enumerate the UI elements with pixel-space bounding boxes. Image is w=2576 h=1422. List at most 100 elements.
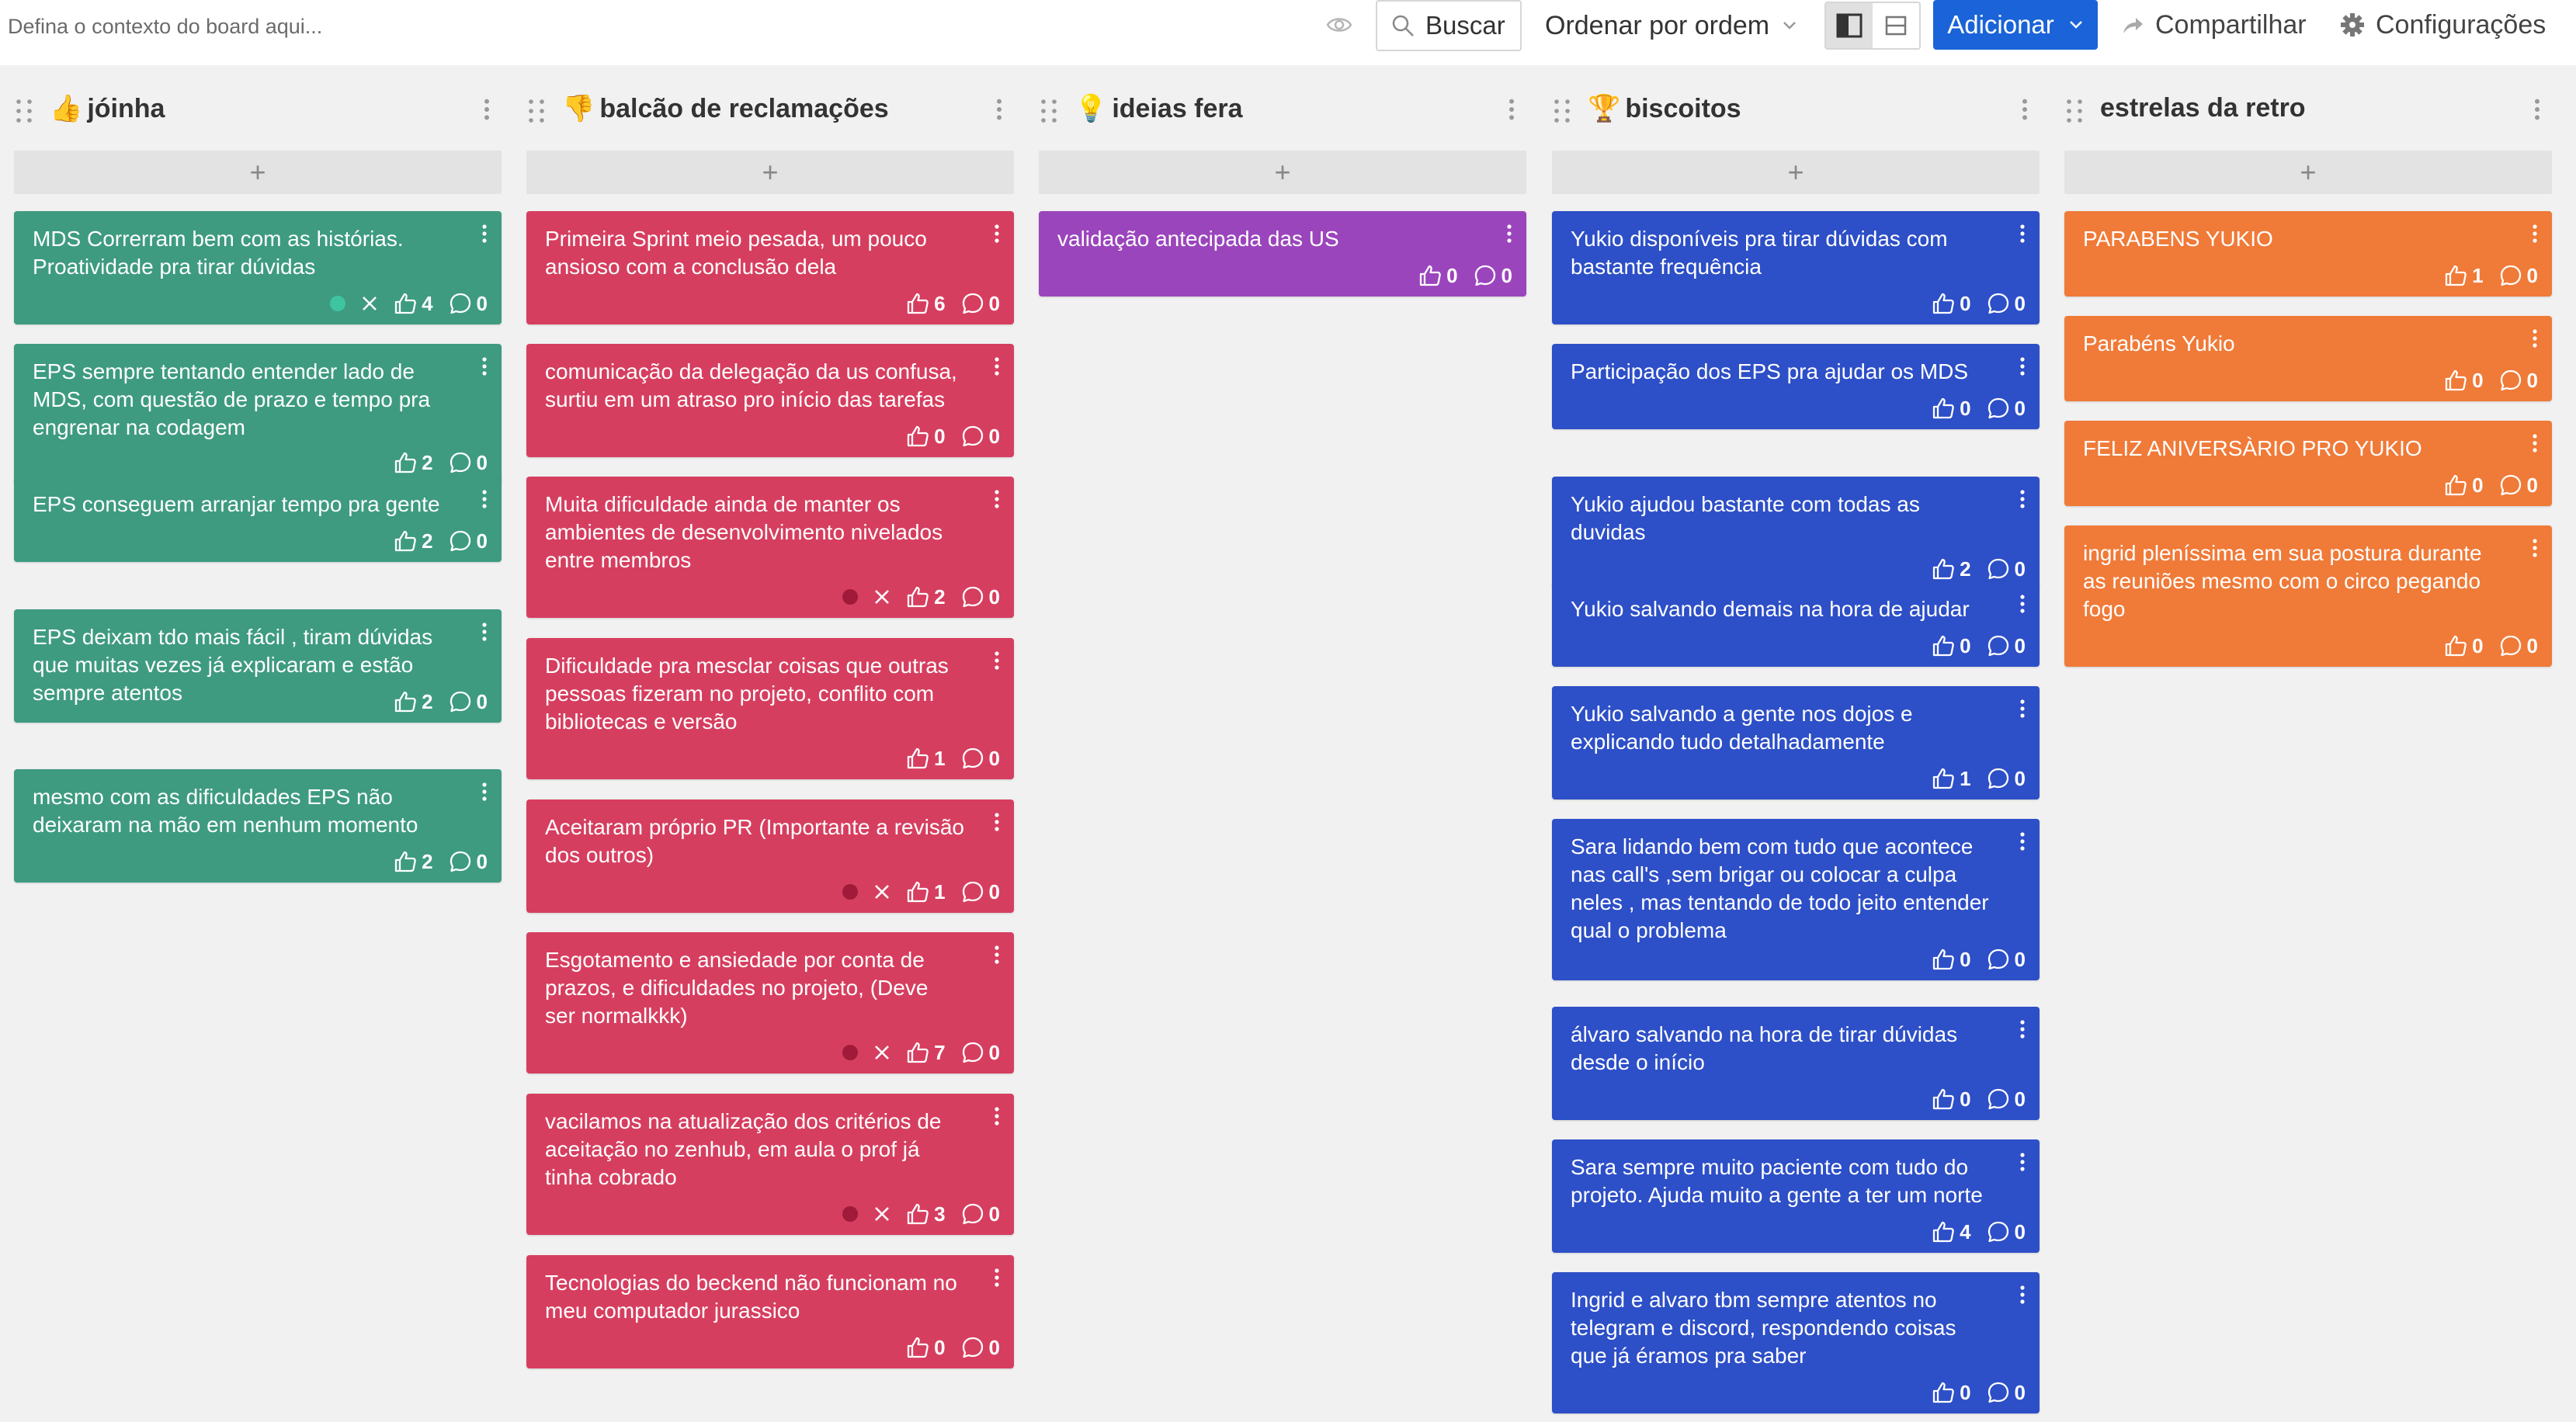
card-menu-icon[interactable] xyxy=(994,356,1000,376)
thumbs-up-icon[interactable] xyxy=(1932,292,1955,315)
close-icon[interactable] xyxy=(873,1205,890,1223)
thumbs-up-icon[interactable] xyxy=(906,585,929,609)
thumbs-up-icon[interactable] xyxy=(906,425,929,448)
retro-card[interactable]: MDS Correrram bem com as histórias. Proa… xyxy=(14,211,502,324)
thumbs-up-icon[interactable] xyxy=(394,292,417,315)
comment-icon[interactable] xyxy=(449,690,472,713)
card-menu-icon[interactable] xyxy=(2019,831,2026,851)
card-menu-icon[interactable] xyxy=(2019,1285,2026,1305)
retro-card[interactable]: Parabéns Yukio 0 0 xyxy=(2064,316,2552,401)
column-menu-icon[interactable] xyxy=(2021,98,2029,121)
card-menu-icon[interactable] xyxy=(2532,224,2538,244)
thumbs-up-icon[interactable] xyxy=(1932,1220,1955,1243)
retro-card[interactable]: comunicação da delegação da us confusa, … xyxy=(526,344,1014,457)
comment-icon[interactable] xyxy=(961,1041,984,1064)
drag-handle-icon[interactable] xyxy=(2064,98,2085,124)
drag-handle-icon[interactable] xyxy=(1552,98,1572,124)
column-menu-icon[interactable] xyxy=(2533,98,2541,121)
thumbs-up-icon[interactable] xyxy=(1932,557,1955,581)
card-menu-icon[interactable] xyxy=(2019,224,2026,244)
add-card-button[interactable]: + xyxy=(14,151,502,194)
retro-card[interactable]: EPS conseguem arranjar tempo pra gente 2 0 xyxy=(14,477,502,562)
retro-card[interactable]: Tecnologias do beckend não funcionam no … xyxy=(526,1255,1014,1368)
thumbs-up-icon[interactable] xyxy=(1932,767,1955,790)
drag-handle-icon[interactable] xyxy=(14,98,34,124)
card-menu-icon[interactable] xyxy=(481,622,488,642)
comment-icon[interactable] xyxy=(2499,634,2522,657)
drag-handle-icon[interactable] xyxy=(1039,98,1059,124)
comment-icon[interactable] xyxy=(1987,1381,2010,1404)
close-icon[interactable] xyxy=(361,295,378,312)
add-card-button[interactable]: + xyxy=(1552,151,2040,194)
retro-card[interactable]: PARABENS YUKIO 1 0 xyxy=(2064,211,2552,297)
retro-card[interactable]: ingrid pleníssima em sua postura durante… xyxy=(2064,525,2552,667)
close-icon[interactable] xyxy=(873,1044,890,1061)
thumbs-up-icon[interactable] xyxy=(394,529,417,553)
settings-button[interactable]: Configurações xyxy=(2340,0,2576,50)
comment-icon[interactable] xyxy=(1987,397,2010,420)
retro-card[interactable]: Yukio salvando demais na hora de ajudar 0… xyxy=(1552,581,2040,667)
retro-card[interactable]: mesmo com as dificuldades EPS não deixar… xyxy=(14,769,502,883)
thumbs-up-icon[interactable] xyxy=(1932,948,1955,971)
retro-card[interactable]: Sara sempre muito paciente com tudo do p… xyxy=(1552,1139,2040,1253)
card-menu-icon[interactable] xyxy=(2019,356,2026,376)
comment-icon[interactable] xyxy=(961,585,984,609)
comment-icon[interactable] xyxy=(961,1336,984,1359)
share-button[interactable]: Compartilhar xyxy=(2110,0,2318,50)
board-context-input[interactable] xyxy=(8,9,1328,43)
thumbs-up-icon[interactable] xyxy=(1932,397,1955,420)
retro-card[interactable]: EPS deixam tdo mais fácil , tiram dúvida… xyxy=(14,609,502,723)
card-menu-icon[interactable] xyxy=(481,782,488,802)
comment-icon[interactable] xyxy=(961,292,984,315)
card-menu-icon[interactable] xyxy=(2019,1019,2026,1039)
thumbs-up-icon[interactable] xyxy=(906,1202,929,1226)
retro-card[interactable]: álvaro salvando na hora de tirar dúvidas… xyxy=(1552,1007,2040,1120)
comment-icon[interactable] xyxy=(961,425,984,448)
card-menu-icon[interactable] xyxy=(994,812,1000,832)
retro-card[interactable]: vacilamos na atualização dos critérios d… xyxy=(526,1094,1014,1235)
comment-icon[interactable] xyxy=(2499,264,2522,287)
eye-icon[interactable] xyxy=(1326,14,1352,36)
add-card-button[interactable]: + xyxy=(526,151,1014,194)
drag-handle-icon[interactable] xyxy=(526,98,547,124)
thumbs-up-icon[interactable] xyxy=(2444,473,2467,497)
retro-card[interactable]: Primeira Sprint meio pesada, um pouco an… xyxy=(526,211,1014,324)
comment-icon[interactable] xyxy=(1474,264,1497,287)
retro-card[interactable]: Dificuldade pra mesclar coisas que outra… xyxy=(526,638,1014,779)
comment-icon[interactable] xyxy=(961,1202,984,1226)
add-card-button[interactable]: + xyxy=(2064,151,2552,194)
column-menu-icon[interactable] xyxy=(995,98,1003,121)
thumbs-up-icon[interactable] xyxy=(394,690,417,713)
card-menu-icon[interactable] xyxy=(994,650,1000,671)
card-menu-icon[interactable] xyxy=(2532,433,2538,453)
add-card-button[interactable]: + xyxy=(1039,151,1526,194)
rows-view-option[interactable] xyxy=(1873,3,1919,48)
card-menu-icon[interactable] xyxy=(1506,224,1512,244)
columns-view-option[interactable] xyxy=(1826,3,1873,48)
close-icon[interactable] xyxy=(873,588,890,605)
card-menu-icon[interactable] xyxy=(481,224,488,244)
retro-card[interactable]: FELIZ ANIVERSÀRIO PRO YUKIO 0 0 xyxy=(2064,421,2552,506)
thumbs-up-icon[interactable] xyxy=(2444,369,2467,392)
retro-card[interactable]: Yukio disponíveis pra tirar dúvidas com … xyxy=(1552,211,2040,324)
card-menu-icon[interactable] xyxy=(2532,328,2538,349)
thumbs-up-icon[interactable] xyxy=(906,292,929,315)
comment-icon[interactable] xyxy=(1987,557,2010,581)
comment-icon[interactable] xyxy=(1987,1087,2010,1111)
comment-icon[interactable] xyxy=(449,850,472,873)
search-button[interactable]: Buscar xyxy=(1376,0,1522,51)
comment-icon[interactable] xyxy=(449,451,472,474)
thumbs-up-icon[interactable] xyxy=(1932,1087,1955,1111)
thumbs-up-icon[interactable] xyxy=(906,1336,929,1359)
card-menu-icon[interactable] xyxy=(994,945,1000,965)
column-menu-icon[interactable] xyxy=(1508,98,1515,121)
comment-icon[interactable] xyxy=(2499,473,2522,497)
thumbs-up-icon[interactable] xyxy=(394,850,417,873)
thumbs-up-icon[interactable] xyxy=(906,747,929,770)
add-button[interactable]: Adicionar xyxy=(1933,0,2098,50)
thumbs-up-icon[interactable] xyxy=(1932,634,1955,657)
card-menu-icon[interactable] xyxy=(994,1268,1000,1288)
comment-icon[interactable] xyxy=(1987,767,2010,790)
retro-card[interactable]: Yukio ajudou bastante com todas as duvid… xyxy=(1552,477,2040,590)
comment-icon[interactable] xyxy=(1987,634,2010,657)
